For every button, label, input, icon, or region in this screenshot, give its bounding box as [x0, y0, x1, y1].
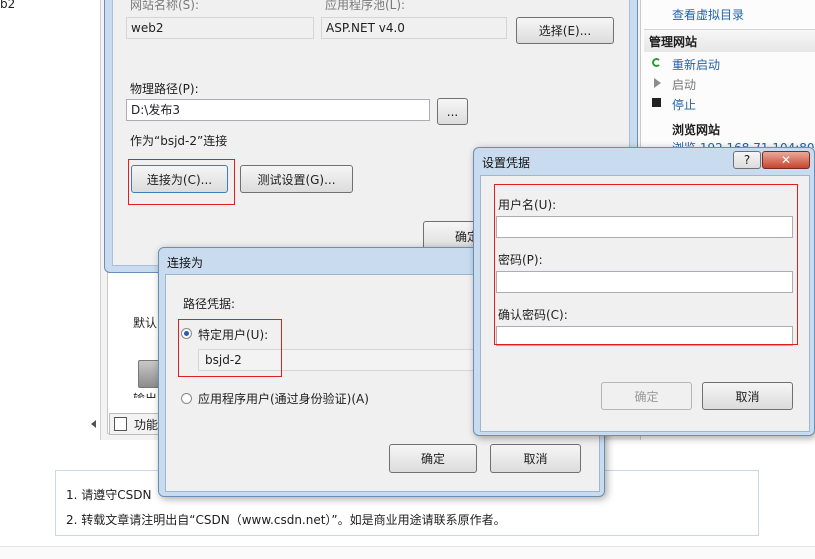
connect-as-button[interactable]: 连接为(C)...: [131, 165, 228, 193]
connect-as-ok-button[interactable]: 确定: [389, 444, 477, 473]
features-view-label: 功能: [134, 418, 159, 432]
start-link[interactable]: 启动: [672, 76, 696, 93]
browse-path-button[interactable]: ...: [437, 98, 468, 125]
view-virtual-dirs-link[interactable]: 查看虚拟目录: [672, 6, 744, 23]
left-tree-text: b2: [0, 0, 16, 11]
features-view-icon: [114, 417, 127, 431]
app-user-radio[interactable]: [181, 393, 192, 404]
scroll-arrow-icon[interactable]: [91, 420, 96, 428]
credentials-cancel-button[interactable]: 取消: [702, 382, 793, 410]
test-settings-button[interactable]: 测试设置(G)...: [240, 165, 353, 193]
physical-path-label: 物理路径(P):: [130, 82, 199, 96]
stop-icon: [652, 98, 661, 107]
help-icon: ?: [743, 153, 751, 167]
left-tree-pane: [0, 0, 101, 440]
username-label: 用户名(U):: [498, 198, 557, 212]
username-input[interactable]: [496, 216, 793, 238]
feature-default-label: 默认: [133, 316, 158, 330]
restart-icon: [652, 58, 661, 67]
footer-note-1: 1. 请遵守CSDN: [66, 488, 152, 502]
confirm-password-label: 确认密码(C):: [498, 308, 568, 322]
select-app-pool-button[interactable]: 选择(E)...: [516, 17, 614, 44]
connect-as-info: 作为“bsjd-2”连接: [130, 134, 228, 148]
physical-path-input[interactable]: D:\发布3: [126, 99, 430, 121]
restart-link[interactable]: 重新启动: [672, 56, 720, 73]
specific-user-field[interactable]: bsjd-2: [198, 349, 478, 371]
stop-link[interactable]: 停止: [672, 96, 696, 113]
credentials-ok-button[interactable]: 确定: [601, 382, 692, 410]
close-icon: ✕: [780, 153, 792, 167]
app-pool-field[interactable]: ASP.NET v4.0: [321, 17, 507, 39]
connect-as-dialog-title: 连接为: [167, 256, 204, 270]
password-input[interactable]: [496, 271, 793, 293]
footer-note-2: 2. 转载文章请注明出自“CSDN（www.csdn.net）”。如是商业用途请…: [66, 513, 506, 527]
specific-user-label[interactable]: 特定用户(U):: [198, 326, 268, 343]
app-pool-label: 应用程序池(L):: [325, 0, 406, 12]
start-icon: [654, 78, 661, 88]
footer-toolbar: [0, 546, 815, 559]
connect-as-cancel-button[interactable]: 取消: [490, 444, 581, 473]
site-name-field[interactable]: web2: [126, 17, 314, 39]
close-button[interactable]: ✕: [762, 151, 810, 169]
app-user-label[interactable]: 应用程序用户(通过身份验证)(A): [198, 390, 369, 407]
path-credentials-label: 路径凭据:: [183, 297, 236, 311]
password-label: 密码(P):: [498, 253, 543, 267]
server-icon: [138, 360, 160, 388]
specific-user-radio[interactable]: [181, 328, 192, 339]
site-name-label: 网站名称(S):: [130, 0, 200, 12]
browse-site-header: 浏览网站: [672, 123, 721, 137]
help-button[interactable]: ?: [733, 151, 761, 169]
set-credentials-dialog-title: 设置凭据: [482, 156, 531, 170]
specific-user-value: bsjd-2: [205, 353, 242, 367]
manage-site-header: 管理网站: [649, 35, 698, 49]
feature-icon-label: 输出: [133, 390, 157, 398]
confirm-password-input[interactable]: [496, 326, 793, 346]
